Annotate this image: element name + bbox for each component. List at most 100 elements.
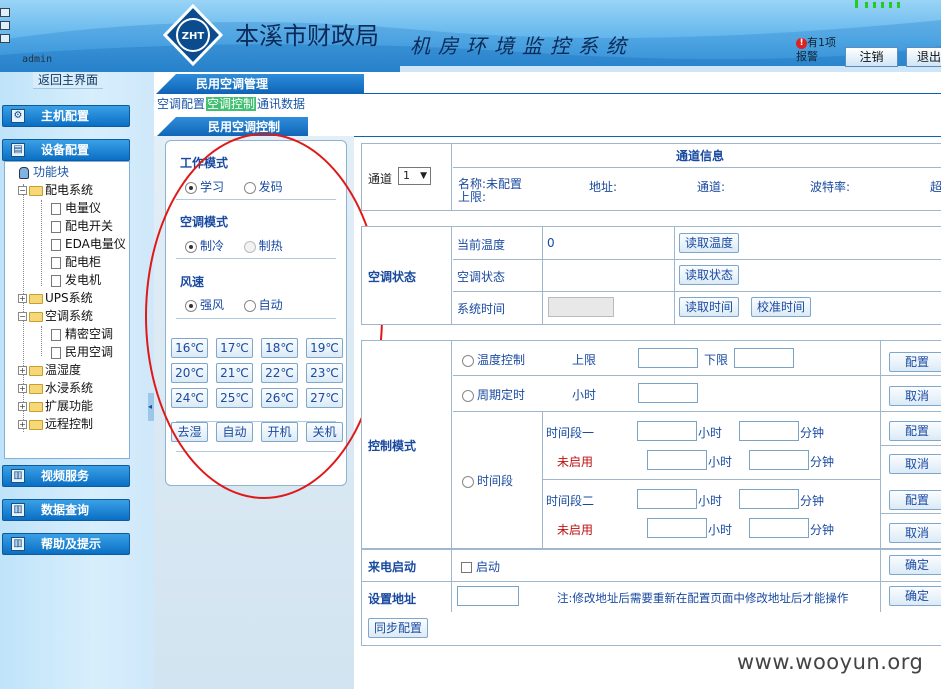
tree-item-precision-ac[interactable]: 精密空调 [51,326,113,342]
segment2-end-min-input[interactable] [749,518,809,538]
tree-label: 电量仪 [65,201,102,215]
collapse-icon[interactable]: − [18,186,27,195]
power-on-checkbox[interactable] [461,562,472,573]
ac-status-label: 空调状态 [457,270,506,284]
power-on-row: 来电启动 启动 确定 [361,549,941,582]
periodic-option[interactable]: 周期定时 [462,386,525,403]
section-title: 民用空调管理 [196,77,269,91]
channel-select-cell: 通道 1 ▼ [362,144,452,210]
expand-icon[interactable]: + [18,366,27,375]
tree-item-ups[interactable]: + UPS系统 [18,290,93,306]
host-config-button[interactable]: ⚙ 主机配置 [2,105,130,127]
tree-label: EDA电量仪 [65,237,126,251]
radio-periodic[interactable] [462,389,474,402]
channel-info-title: 通道信息 [453,144,941,168]
device-config-button[interactable]: ▤ 设备配置 [2,139,130,161]
segment1-end-hour-input[interactable] [647,450,707,470]
video-service-button[interactable]: ▥ 视频服务 [2,465,130,487]
expand-icon[interactable]: + [18,402,27,411]
read-time-button[interactable]: 读取时间 [679,297,740,317]
tree-item-cabinet[interactable]: 配电柜 [51,254,101,270]
segment2-config-button[interactable]: 配置 [889,490,941,510]
tree-item-switch[interactable]: 配电开关 [51,218,113,234]
tree-label: 发电机 [65,273,102,287]
read-temp-button[interactable]: 读取温度 [679,233,740,253]
power-on-label: 来电启动 [368,560,417,574]
channel-select[interactable]: 1 ▼ [398,167,431,185]
exit-button[interactable]: 退出 [906,47,941,67]
address-input[interactable] [457,586,519,606]
segment1-end-min-input[interactable] [749,450,809,470]
segment2-start-min-input[interactable] [739,489,799,509]
segment2-start-hour-input[interactable] [637,489,697,509]
tree-item-generator[interactable]: 发电机 [51,272,101,288]
tree-root[interactable]: 功能块 [19,164,69,180]
alarm-icon: ! [796,37,807,49]
temp-config-button[interactable]: 配置 [889,352,941,372]
segment2-status: 未启用 [557,523,594,537]
chart-icon: ▥ [11,503,25,517]
segment1-label: 时间段一 [546,426,595,440]
tab-ac-control[interactable]: 空调控制 [206,97,257,111]
segment2-end-hour-input[interactable] [647,518,707,538]
period-cancel-button[interactable]: 取消 [889,386,941,406]
tree-item-ac-system[interactable]: − 空调系统 [18,308,93,324]
upper-limit-input[interactable] [638,348,698,368]
tree-label: 扩展功能 [45,399,94,413]
left-toolbar-icons [0,8,12,47]
svg-text:ZHT: ZHT [182,31,205,42]
tab-ac-config[interactable]: 空调配置 [156,97,206,111]
expand-icon[interactable]: + [18,384,27,393]
expand-icon[interactable]: + [18,294,27,303]
system-title: 机房环境监控系统 [410,34,634,58]
help-label: 帮助及提示 [41,537,102,551]
logout-button[interactable]: 注销 [845,47,898,67]
tree-item-civil-ac[interactable]: 民用空调 [51,344,113,360]
tree-item-meter[interactable]: 电量仪 [51,200,101,216]
folder-icon [29,185,43,196]
collapse-arrow-icon[interactable]: ◂ [148,393,154,421]
segment1-config-button[interactable]: 配置 [889,421,941,441]
temp-control-option[interactable]: 温度控制 [462,351,525,368]
tree-label: 水浸系统 [45,381,94,395]
tree-item-eda-meter[interactable]: EDA电量仪 [51,236,126,252]
alarm-indicator[interactable]: ! 有1项报警 [796,36,840,64]
periodic-label: 周期定时 [477,388,526,402]
radio-time-segment[interactable] [462,475,474,488]
radio-temp-control[interactable] [462,354,474,367]
tree-item-temp-humidity[interactable]: + 温湿度 [18,362,81,378]
tree-root-label: 功能块 [33,165,70,179]
calibrate-time-button[interactable]: 校准时间 [751,297,812,317]
lower-limit-label: 下限 [704,353,729,367]
sync-config-button[interactable]: 同步配置 [368,618,429,638]
chart-icon: ▥ [11,469,25,483]
lower-limit-input[interactable] [734,348,794,368]
chevron-down-icon: ▼ [420,171,427,181]
segment1-start-hour-input[interactable] [637,421,697,441]
segment1-start-min-input[interactable] [739,421,799,441]
sync-row: 同步配置 [361,612,941,646]
power-on-checkbox-wrap[interactable]: 启动 [461,558,500,575]
folder-icon [29,419,43,430]
file-icon [51,274,61,287]
back-to-main-link[interactable]: 返回主界面 [33,72,103,89]
time-segment-option[interactable]: 时间段 [462,472,513,489]
collapse-icon[interactable]: − [18,312,27,321]
tree-item-remote[interactable]: + 远程控制 [18,416,93,432]
expand-icon[interactable]: + [18,420,27,429]
tree-item-power-system[interactable]: − 配电系统 [18,182,93,198]
read-status-button[interactable]: 读取状态 [679,265,740,285]
segment1-cancel-button[interactable]: 取消 [889,454,941,474]
tree-item-extension[interactable]: + 扩展功能 [18,398,93,414]
help-button[interactable]: ▥ 帮助及提示 [2,533,130,555]
ac-status-title: 空调状态 [368,270,417,284]
address-confirm-button[interactable]: 确定 [889,586,941,606]
tab-comm-data[interactable]: 通讯数据 [256,97,306,111]
data-query-button[interactable]: ▥ 数据查询 [2,499,130,521]
power-on-confirm-button[interactable]: 确定 [889,555,941,575]
tree-label: 配电系统 [45,183,94,197]
sub-header: 民用空调控制 [156,117,308,137]
segment2-cancel-button[interactable]: 取消 [889,523,941,543]
tree-item-water[interactable]: + 水浸系统 [18,380,93,396]
period-hours-input[interactable] [638,383,698,403]
